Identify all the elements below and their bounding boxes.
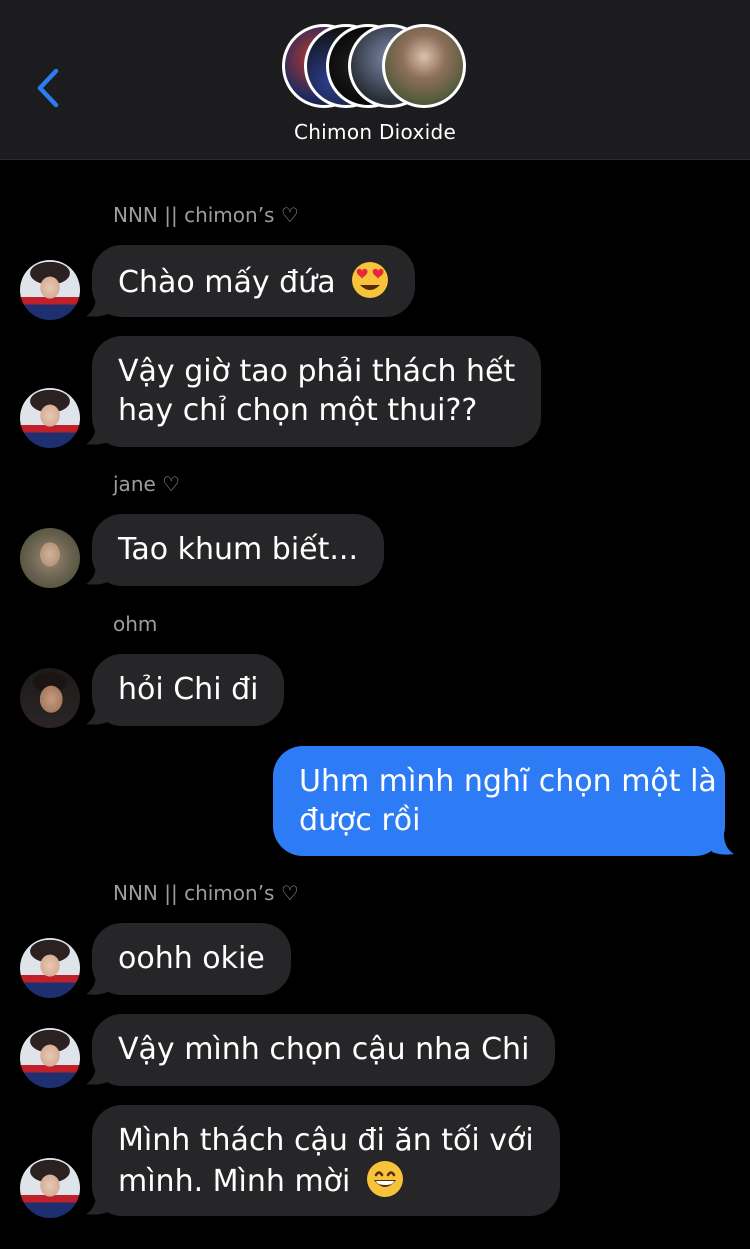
heart-eyes-emoji [352,262,389,298]
message-bubble-incoming[interactable]: hỏi Chi đi [92,654,285,726]
back-chevron-icon[interactable] [30,66,70,110]
group-member-avatar [382,24,466,108]
avatar[interactable] [20,528,80,588]
message-bubble-incoming[interactable]: Chào mấy đứa [92,245,416,317]
sender-name: jane ♡ [113,472,181,496]
avatar[interactable] [20,388,80,448]
avatar[interactable] [20,1028,80,1088]
message-bubble-outgoing[interactable]: Uhm mình nghĩ chọn một là được rồi [273,746,725,856]
sender-name: NNN || chimon’s ♡ [113,881,299,905]
avatar[interactable] [20,260,80,320]
avatar[interactable] [20,1158,80,1218]
grinning-emoji [366,1161,403,1197]
chat-header: Chimon Dioxide [0,0,750,160]
message-bubble-incoming[interactable]: Vậy giờ tao phải thách hết hay chỉ chọn … [92,336,542,447]
sender-name: NNN || chimon’s ♡ [113,203,299,227]
message-bubble-incoming[interactable]: Mình thách cậu đi ăn tối với mình. Mình … [92,1105,560,1216]
message-bubble-incoming[interactable]: oohh okie [92,923,291,995]
avatar[interactable] [20,668,80,728]
message-bubble-incoming[interactable]: Vậy mình chọn cậu nha Chi [92,1014,556,1086]
message-bubble-incoming[interactable]: Tao khum biết... [92,514,384,586]
conversation-title[interactable]: Chimon Dioxide [0,120,750,144]
sender-name: ohm [113,612,158,636]
avatar[interactable] [20,938,80,998]
group-avatar-stack[interactable] [282,24,472,110]
